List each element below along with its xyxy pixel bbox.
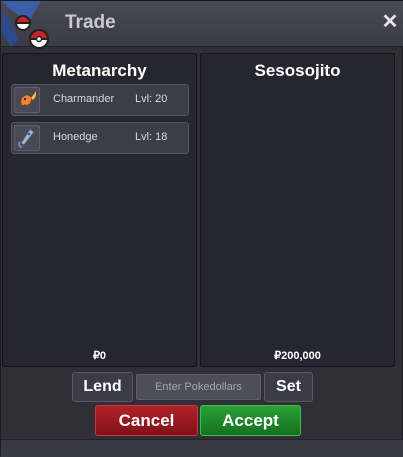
my-pokemon-list: Charmander Lvl: 20 Honedge Lvl: 18 [11, 84, 189, 160]
bottom-bar [1, 439, 403, 457]
pokemon-slot-charmander[interactable]: Charmander Lvl: 20 [11, 84, 189, 116]
my-money-offer: ₽0 [92, 350, 107, 362]
window-title: Trade [65, 12, 116, 33]
pokemon-slot-honedge[interactable]: Honedge Lvl: 18 [11, 122, 189, 154]
accept-button[interactable]: Accept [200, 405, 301, 436]
pokeball-logo-icon [1, 1, 50, 49]
pokedollars-input[interactable]: Enter Pokedollars [136, 374, 261, 400]
partner-trainer-name: Sesosojito [254, 61, 341, 80]
pokemon-level: Lvl: 20 [135, 93, 168, 105]
my-trainer-name: Metanarchy [52, 61, 147, 80]
trade-window: Trade ✕ Metanarchy Charmander Lvl: 20 Ho… [0, 0, 403, 457]
cancel-button[interactable]: Cancel [95, 405, 198, 436]
pokemon-name: Charmander [53, 93, 115, 105]
money-controls: Lend Enter Pokedollars Set [1, 372, 403, 402]
charmander-icon [14, 87, 40, 113]
my-offer-panel: Metanarchy Charmander Lvl: 20 Honedge Lv… [2, 53, 197, 367]
partner-money-offer: ₽200,000 [274, 350, 321, 362]
pokemon-level: Lvl: 18 [135, 131, 168, 143]
set-button[interactable]: Set [264, 372, 313, 402]
partner-offer-panel: Sesosojito ₽200,000 [200, 53, 395, 367]
title-bar[interactable]: Trade ✕ [1, 1, 403, 49]
pokemon-name: Honedge [53, 131, 98, 143]
honedge-icon [14, 125, 40, 151]
lend-button[interactable]: Lend [72, 372, 133, 402]
close-icon[interactable]: ✕ [381, 12, 399, 32]
